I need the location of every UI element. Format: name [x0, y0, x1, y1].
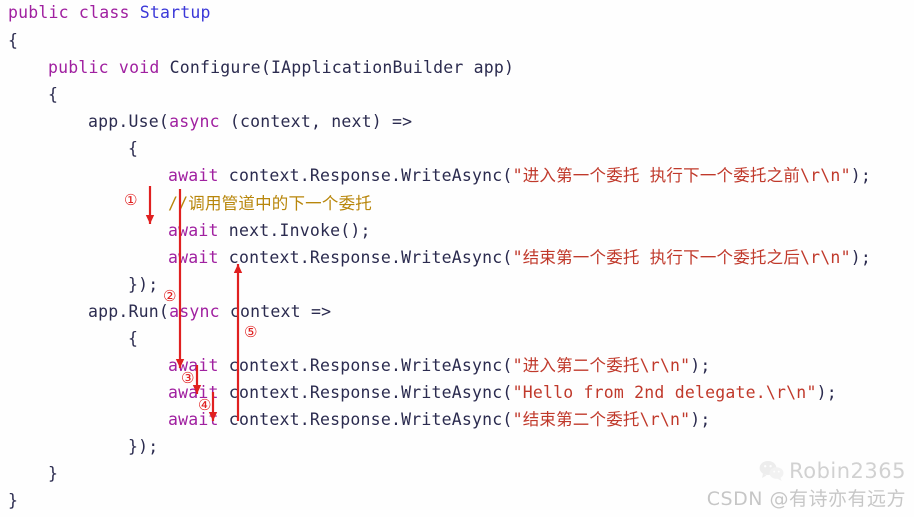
code-line: public void Configure(IApplicationBuilde…	[48, 59, 514, 77]
code-token: context.Response.WriteAsync(	[218, 248, 513, 267]
code-token: await	[168, 383, 219, 402]
code-editor-surface: public class Startup { public void Configu…	[0, 0, 914, 517]
wechat-icon	[759, 461, 784, 481]
code-line: }	[8, 492, 18, 510]
watermark-source: CSDN @有诗亦有远方	[706, 488, 906, 510]
code-token: );	[816, 383, 837, 402]
watermark-username: Robin2365	[789, 459, 906, 483]
code-line: await next.Invoke();	[168, 222, 371, 240]
code-line: await context.Response.WriteAsync("进入第一个…	[168, 167, 871, 185]
code-token: {	[48, 85, 59, 104]
code-token: );	[690, 410, 711, 429]
code-line: public class Startup	[8, 4, 211, 22]
code-token: "结束第二个委托\r\n"	[512, 410, 691, 429]
code-token: }	[48, 464, 59, 483]
code-token: );	[850, 248, 871, 267]
code-line: {	[128, 330, 138, 348]
code-line: await context.Response.WriteAsync("结束第二个…	[168, 411, 711, 429]
code-token: app.Run(	[88, 302, 170, 321]
code-token: (context, next) =>	[219, 112, 413, 131]
code-token: async	[169, 302, 220, 321]
code-line: await context.Response.WriteAsync("Hello…	[168, 384, 837, 402]
code-line: await context.Response.WriteAsync("结束第一个…	[168, 249, 871, 267]
code-line: app.Run(async context =>	[88, 303, 331, 321]
code-token: context.Response.WriteAsync(	[218, 383, 513, 402]
code-token: async	[169, 112, 220, 131]
code-token: "Hello from 2nd delegate.\r\n"	[512, 383, 817, 402]
watermark-top-row: Robin2365	[707, 459, 906, 483]
code-token: context.Response.WriteAsync(	[218, 166, 513, 185]
code-token: Startup	[139, 3, 211, 22]
code-token: "进入第二个委托\r\n"	[512, 356, 691, 375]
code-token: "结束第一个委托 执行下一个委托之后\r\n"	[512, 248, 851, 267]
code-line: await context.Response.WriteAsync("进入第二个…	[168, 357, 711, 375]
code-token: context.Response.WriteAsync(	[218, 356, 513, 375]
code-line: {	[8, 32, 18, 50]
code-token: });	[128, 275, 159, 294]
code-line: });	[128, 438, 158, 456]
code-token: {	[128, 329, 139, 348]
code-token: await	[168, 221, 219, 240]
code-line: //调用管道中的下一个委托	[168, 195, 372, 213]
code-token: {	[128, 139, 139, 158]
code-token: app.Use(	[88, 112, 170, 131]
code-line: });	[128, 276, 158, 294]
code-token: }	[8, 491, 19, 510]
code-token: );	[850, 166, 871, 185]
code-line: }	[48, 465, 58, 483]
code-line: app.Use(async (context, next) =>	[88, 113, 412, 131]
code-token: {	[8, 31, 19, 50]
code-token: await	[168, 410, 219, 429]
code-line: {	[48, 86, 58, 104]
code-token: public void	[48, 58, 170, 77]
code-token: Configure(IApplicationBuilder app)	[169, 58, 515, 77]
code-token: "进入第一个委托 执行下一个委托之前\r\n"	[512, 166, 851, 185]
code-token: );	[690, 356, 711, 375]
code-line: {	[128, 140, 138, 158]
code-token: next.Invoke();	[218, 221, 371, 240]
watermark: Robin2365 CSDN @有诗亦有远方	[707, 459, 906, 511]
code-token: await	[168, 248, 219, 267]
code-token: });	[128, 437, 159, 456]
code-token: await	[168, 356, 219, 375]
code-token: public class	[8, 3, 140, 22]
code-token: context =>	[219, 302, 332, 321]
code-token: await	[168, 166, 219, 185]
code-token: //调用管道中的下一个委托	[168, 194, 372, 213]
code-token: context.Response.WriteAsync(	[218, 410, 513, 429]
